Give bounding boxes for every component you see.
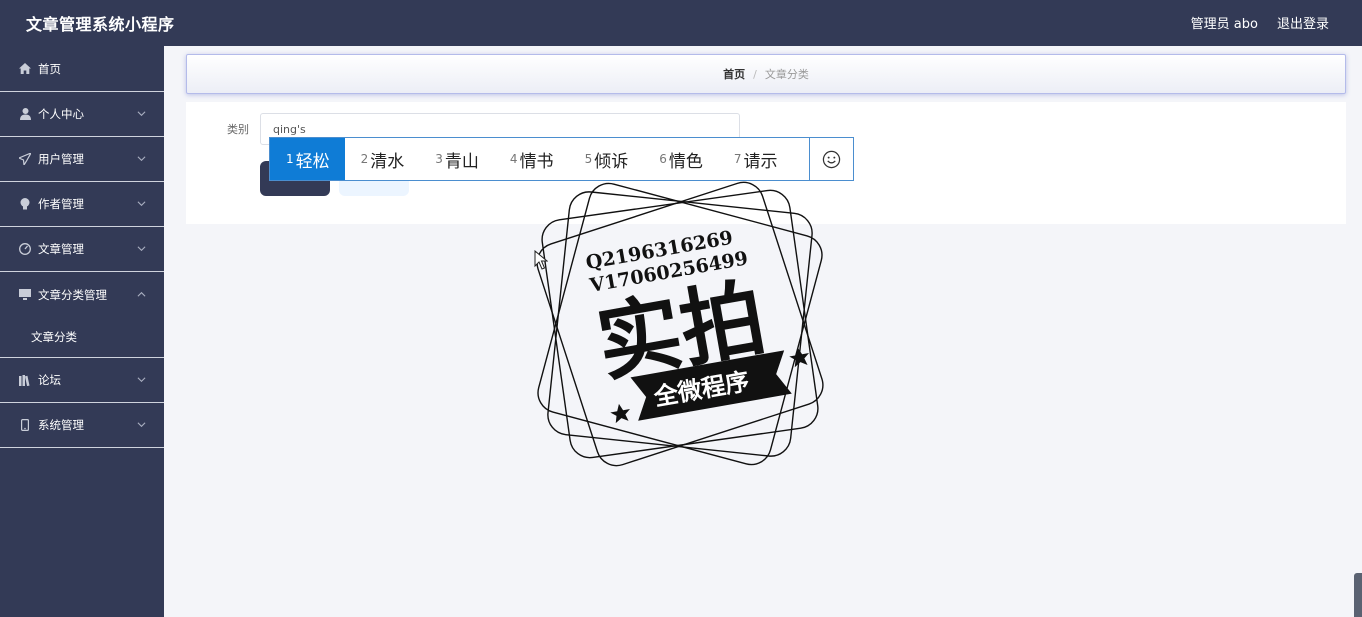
sidebar: 首页 个人中心 用户管理 作者管理 文章管理 文章分类管理 文章分类 论坛 系统… [0,46,164,617]
sidebar-item-article-management[interactable]: 文章管理 [0,227,164,272]
watermark-stamp: Q2196316269 V17060256499 实拍 全微程序 [536,181,824,467]
admin-label[interactable]: 管理员 abo [1191,13,1258,32]
category-label: 类别 [227,123,249,136]
sidebar-item-personal-center[interactable]: 个人中心 [0,92,164,137]
sidebar-item-author-management[interactable]: 作者管理 [0,182,164,227]
top-bar: 文章管理系统小程序 管理员 abo 退出登录 [0,0,1362,46]
smiley-icon[interactable] [809,138,853,180]
sidebar-item-label: 用户管理 [38,152,84,166]
sidebar-subitem-article-category[interactable]: 文章分类 [0,317,164,358]
ime-candidate[interactable]: 1 轻松 [270,138,345,180]
ime-candidate[interactable]: 5 倾诉 [569,138,644,180]
sidebar-item-label: 作者管理 [38,197,84,211]
scrollbar[interactable] [1354,573,1362,617]
sidebar-item-label: 文章分类管理 [38,287,107,302]
sidebar-item-home[interactable]: 首页 [0,46,164,91]
chevron-down-icon [137,422,146,428]
chevron-down-icon [137,377,146,383]
chevron-up-icon [137,291,146,297]
user-icon [19,108,31,120]
breadcrumb-current: 文章分类 [764,68,809,81]
sidebar-item-label: 个人中心 [38,107,84,121]
ime-candidate[interactable]: 2 清水 [345,138,420,180]
ime-candidate[interactable]: 4 情书 [494,138,569,180]
books-icon [19,374,31,386]
sidebar-item-label: 文章管理 [38,242,84,256]
sidebar-item-label: 首页 [38,61,61,76]
chevron-down-icon [137,156,146,162]
phone-icon [19,419,31,431]
dashboard-icon [19,243,31,255]
breadcrumb: 首页 / 文章分类 [186,54,1346,94]
user-area: 管理员 abo 退出登录 [1191,13,1329,32]
app-title: 文章管理系统小程序 [26,15,175,34]
cursor-icon [534,250,548,270]
home-icon [19,63,31,75]
ime-candidate[interactable]: 3 青山 [419,138,494,180]
sidebar-item-category-management[interactable]: 文章分类管理 [0,272,164,317]
sidebar-item-label: 系统管理 [38,418,84,432]
sidebar-item-user-management[interactable]: 用户管理 [0,137,164,182]
monitor-icon [19,289,31,301]
breadcrumb-separator: / [753,67,757,81]
ime-candidate[interactable]: 6 情色 [643,138,718,180]
sidebar-item-forum[interactable]: 论坛 [0,358,164,403]
chevron-down-icon [137,111,146,117]
breadcrumb-home[interactable]: 首页 [723,66,745,82]
chevron-down-icon [137,201,146,207]
ime-candidate-bar: 1 轻松 2 清水 3 青山 4 情书 5 倾诉 6 情色 7 请示 [269,137,854,181]
ime-candidate[interactable]: 7 请示 [718,138,793,180]
sidebar-item-label: 论坛 [38,373,61,387]
bulb-icon [19,198,31,210]
chevron-down-icon [137,246,146,252]
logout-link[interactable]: 退出登录 [1277,13,1329,32]
send-icon [19,153,31,165]
sidebar-item-system-management[interactable]: 系统管理 [0,403,164,448]
